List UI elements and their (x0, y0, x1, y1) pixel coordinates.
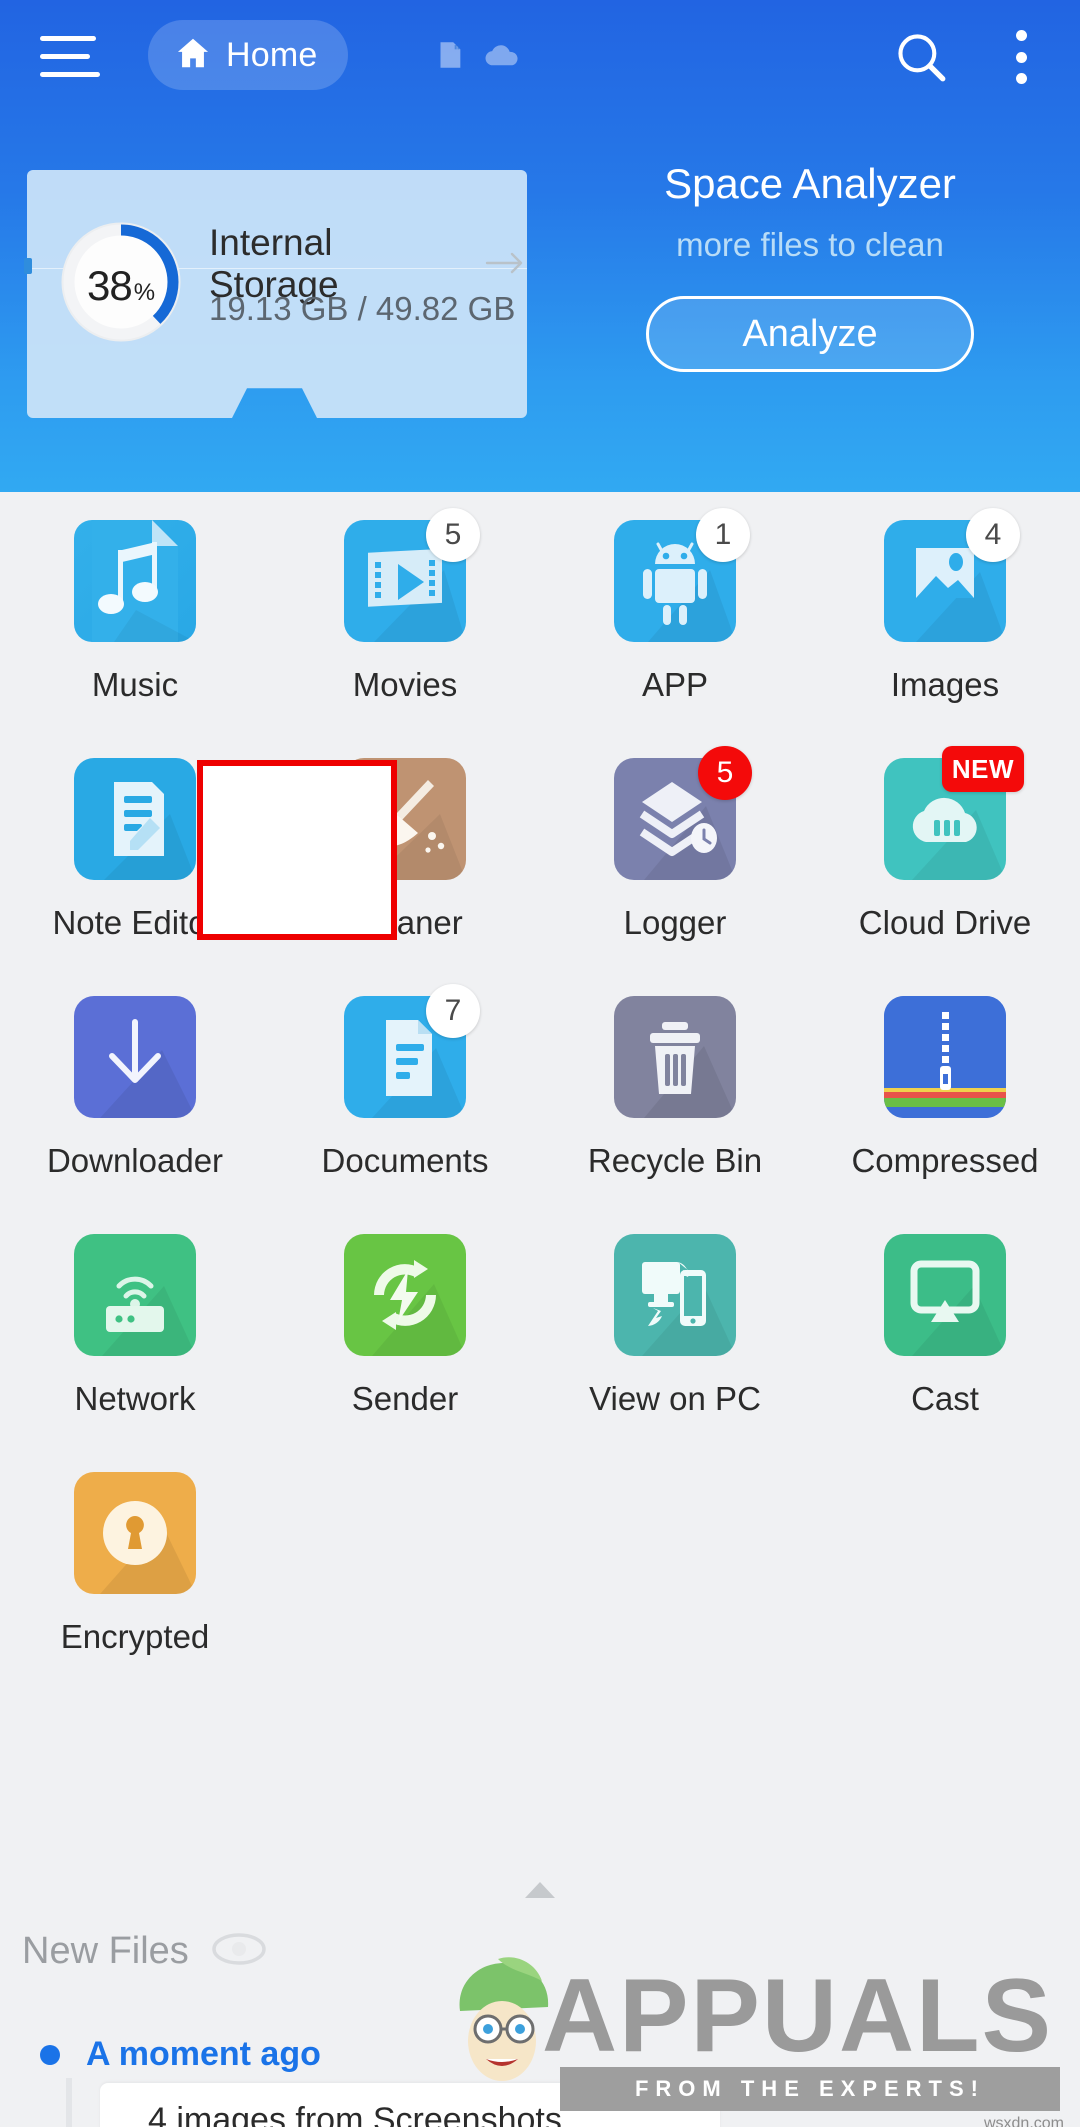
tile-badge: 7 (426, 984, 480, 1038)
tile-label: APP (641, 666, 709, 703)
tile-compressed[interactable]: Compressed (810, 996, 1080, 1216)
tile-cast[interactable]: Cast (810, 1234, 1080, 1454)
internal-storage-card[interactable]: 38% Internal Storage 19.13 GB / 49.82 GB (24, 170, 527, 418)
tile-label: Cast (911, 1380, 979, 1417)
tile-note-editor[interactable]: Note Editor (0, 758, 270, 978)
timeline-entry-header: A moment ago (40, 2035, 321, 2074)
tile-label: Images (890, 666, 1000, 703)
timeline-dot-icon (40, 2044, 60, 2065)
tile-encrypted[interactable]: Encrypted (0, 1472, 270, 1692)
broom-icon (344, 758, 466, 880)
tile-sender[interactable]: Sender (270, 1234, 540, 1454)
tile-app[interactable]: 1 APP (540, 508, 810, 740)
tile-label: Compressed (851, 1142, 1039, 1179)
storage-usage-label: 19.13 GB / 49.82 GB (209, 290, 516, 327)
analyze-button[interactable]: Analyze (646, 296, 974, 372)
tile-label: Movies (352, 666, 458, 703)
tile-music[interactable]: Music (0, 520, 270, 740)
sdcard-icon[interactable] (432, 38, 466, 77)
trash-can-icon (614, 996, 736, 1118)
tile-downloader[interactable]: Downloader (0, 996, 270, 1216)
storage-percent-value: 38 (86, 262, 133, 309)
space-analyzer-title: Space Analyzer (664, 160, 956, 207)
card-left-nub (24, 258, 32, 274)
breadcrumb-home-label: Home (226, 35, 318, 74)
tile-badge: NEW (941, 746, 1024, 792)
kebab-menu-icon[interactable] (1014, 30, 1028, 84)
tile-network[interactable]: Network (0, 1234, 270, 1454)
eye-icon[interactable] (211, 1932, 267, 1971)
watermark-site: wsxdn.com (983, 2115, 1064, 2127)
tile-badge: 1 (696, 508, 750, 562)
timeline-line (66, 2078, 72, 2127)
keyhole-lock-icon (74, 1472, 196, 1594)
space-analyzer-subtitle: more files to clean (676, 226, 944, 263)
tile-documents[interactable]: 7 Documents (270, 984, 540, 1216)
tile-label: Music (91, 666, 179, 703)
storage-percent: 38% (57, 218, 185, 346)
new-file-card[interactable]: 4 images from Screenshots (100, 2083, 720, 2127)
home-icon (174, 34, 212, 77)
tile-label: Documents (321, 1142, 489, 1179)
tile-badge: 5 (426, 508, 480, 562)
storage-progress-ring: 38% (57, 218, 185, 346)
tile-logger[interactable]: 5 Logger (540, 746, 810, 978)
router-wifi-icon (74, 1234, 196, 1356)
tile-label: Recycle Bin (587, 1142, 763, 1179)
tile-label: Cloud Drive (858, 904, 1032, 941)
tile-cloud-drive[interactable]: NEW Cloud Drive (810, 746, 1080, 978)
search-icon[interactable] (892, 28, 950, 86)
cloud-icon[interactable] (484, 41, 520, 74)
tile-images[interactable]: 4 Images (810, 508, 1080, 740)
tile-label: View on PC (589, 1380, 761, 1417)
zipper-icon (884, 996, 1006, 1118)
note-pencil-icon (74, 758, 196, 880)
app-header: Home 38 % Internal Storage 19.13 GB / 49… (0, 0, 1080, 492)
tile-cleaner[interactable]: Cleaner (270, 758, 540, 978)
chevron-up-icon[interactable] (523, 1880, 557, 1905)
breadcrumb-icons (432, 38, 520, 77)
tile-movies[interactable]: 5 Movies (270, 508, 540, 740)
arrow-right-icon (485, 243, 527, 285)
tile-recycle-bin[interactable]: Recycle Bin (540, 996, 810, 1216)
tile-label: Cleaner (347, 904, 463, 941)
storage-percent-symbol: % (133, 279, 156, 306)
pc-phone-sync-icon (614, 1234, 736, 1356)
tile-label: Network (74, 1380, 196, 1417)
tile-badge: 5 (698, 746, 752, 800)
watermark-mascot-icon (459, 1957, 549, 2081)
tile-label: Note Editor (52, 904, 218, 941)
new-files-header: New Files (22, 1930, 267, 1973)
space-analyzer-panel: Space Analyzer more files to clean Analy… (560, 160, 1060, 372)
download-arrow-icon (74, 996, 196, 1118)
tile-label: Sender (351, 1380, 459, 1417)
hamburger-icon[interactable] (40, 36, 102, 78)
new-file-card-label: 4 images from Screenshots (148, 2101, 562, 2127)
timeline-entry-label: A moment ago (86, 2035, 321, 2073)
tile-label: Encrypted (60, 1618, 210, 1655)
transfer-bolt-icon (344, 1234, 466, 1356)
music-note-icon (74, 520, 196, 642)
app-root: Home 38 % Internal Storage 19.13 GB / 49… (0, 0, 1080, 2127)
new-files-label: New Files (22, 1930, 189, 1972)
tile-view-on-pc[interactable]: View on PC (540, 1234, 810, 1454)
breadcrumb-home-button[interactable]: Home (148, 20, 348, 90)
tile-badge: 4 (966, 508, 1020, 562)
tile-label: Logger (623, 904, 727, 941)
app-tile-grid: Music 5 Movies 1 APP 4 Images Note Edito… (0, 508, 1080, 1692)
tile-label: Downloader (46, 1142, 224, 1179)
cast-screen-icon (884, 1234, 1006, 1356)
watermark-brand: APPUALS (542, 1958, 1053, 2074)
top-bar: Home (0, 0, 1080, 110)
